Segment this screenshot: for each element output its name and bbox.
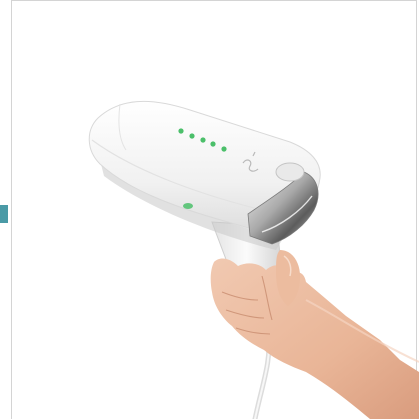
status-light xyxy=(183,203,193,209)
indicator-dot xyxy=(221,146,227,152)
indicator-dot xyxy=(200,137,206,143)
product-image-frame xyxy=(0,0,419,419)
indicator-dot xyxy=(189,133,195,139)
front-cap xyxy=(275,162,305,182)
device-in-hand-photo xyxy=(88,100,419,419)
hand xyxy=(210,258,419,419)
indicator-dot xyxy=(178,128,184,134)
indicator-dot xyxy=(210,141,216,147)
